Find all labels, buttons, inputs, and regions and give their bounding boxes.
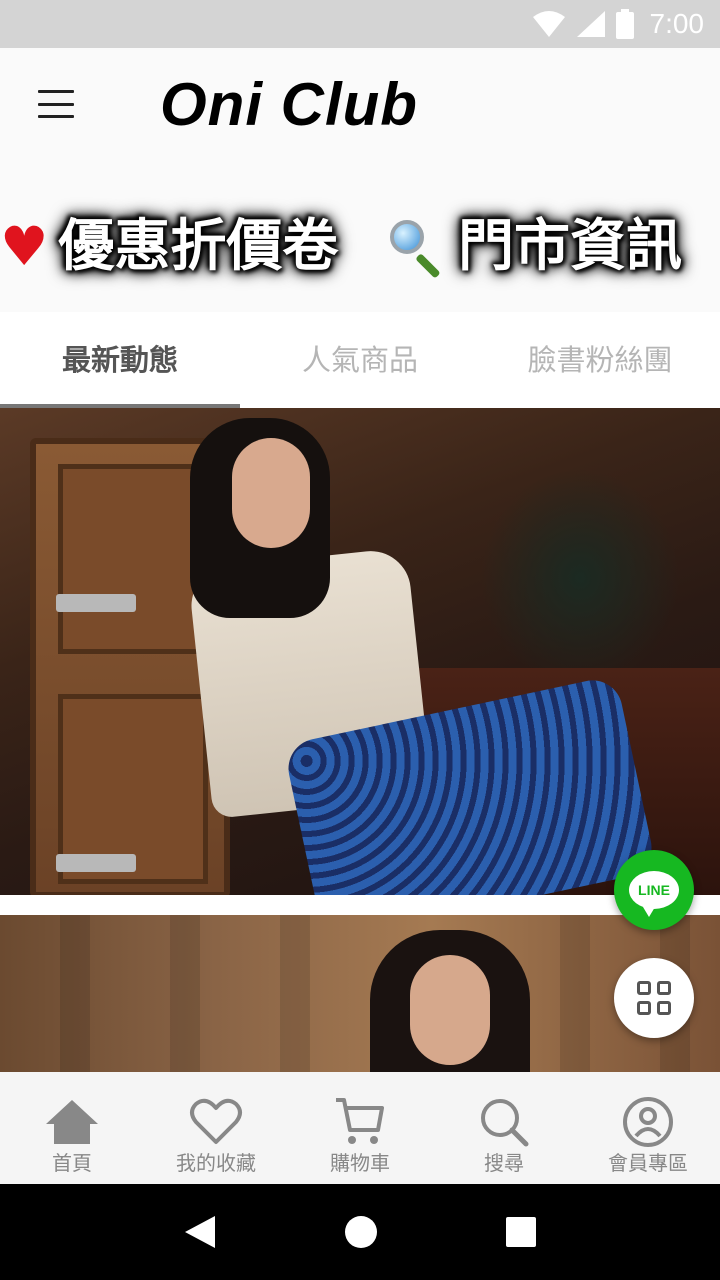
feed-photo[interactable] bbox=[0, 408, 720, 895]
magnifier-icon bbox=[388, 218, 446, 279]
tab-facebook-fans[interactable]: 臉書粉絲團 bbox=[480, 312, 720, 408]
store-info-label: 門市資訊 bbox=[458, 214, 682, 279]
user-icon bbox=[623, 1097, 673, 1147]
feed-list[interactable] bbox=[0, 408, 720, 1072]
tab-popular-products[interactable]: 人氣商品 bbox=[240, 312, 480, 408]
coupon-button[interactable]: ♥ 優惠折價卷 bbox=[0, 210, 344, 284]
android-navigation-bar bbox=[0, 1184, 720, 1280]
heart-icon: ♥ bbox=[0, 215, 49, 278]
recents-icon[interactable] bbox=[505, 1216, 537, 1248]
feed-photo[interactable] bbox=[0, 915, 720, 1072]
wifi-icon bbox=[532, 11, 565, 37]
app-logo: Oni Club bbox=[160, 71, 418, 138]
grid-icon bbox=[637, 981, 671, 1015]
signal-icon bbox=[576, 11, 605, 37]
hamburger-menu-icon[interactable] bbox=[36, 86, 76, 122]
bottom-navigation: 首頁 我的收藏 購物車 搜尋 會員專區 bbox=[0, 1072, 720, 1184]
nav-home-label: 首頁 bbox=[52, 1151, 92, 1175]
line-icon: LINE bbox=[629, 871, 679, 917]
app-header: Oni Club bbox=[0, 48, 720, 168]
nav-search-label: 搜尋 bbox=[484, 1151, 524, 1175]
nav-cart[interactable]: 購物車 bbox=[288, 1072, 432, 1184]
promo-banner: ♥ 優惠折價卷 門市資訊 bbox=[0, 168, 720, 312]
home-circle-icon[interactable] bbox=[343, 1214, 379, 1250]
cart-icon bbox=[336, 1098, 384, 1144]
status-bar: 7:00 bbox=[0, 0, 720, 48]
tab-latest-news[interactable]: 最新動態 bbox=[0, 312, 240, 408]
grid-menu-button[interactable] bbox=[614, 958, 694, 1038]
heart-outline-icon bbox=[190, 1098, 242, 1144]
line-chat-button[interactable]: LINE bbox=[614, 850, 694, 930]
nav-search[interactable]: 搜尋 bbox=[432, 1072, 576, 1184]
nav-member[interactable]: 會員專區 bbox=[576, 1072, 720, 1184]
coupon-label: 優惠折價卷 bbox=[58, 214, 339, 279]
search-icon bbox=[481, 1099, 529, 1147]
nav-favorites[interactable]: 我的收藏 bbox=[144, 1072, 288, 1184]
status-time: 7:00 bbox=[649, 8, 705, 39]
nav-cart-label: 購物車 bbox=[330, 1151, 390, 1175]
nav-favorites-label: 我的收藏 bbox=[176, 1151, 256, 1175]
tab-bar: 最新動態 人氣商品 臉書粉絲團 bbox=[0, 312, 720, 408]
nav-member-label: 會員專區 bbox=[608, 1151, 688, 1175]
nav-home[interactable]: 首頁 bbox=[0, 1072, 144, 1184]
home-icon bbox=[46, 1100, 98, 1144]
back-icon[interactable] bbox=[183, 1214, 217, 1250]
store-info-button[interactable]: 門市資訊 bbox=[388, 210, 688, 284]
battery-icon bbox=[615, 9, 634, 39]
